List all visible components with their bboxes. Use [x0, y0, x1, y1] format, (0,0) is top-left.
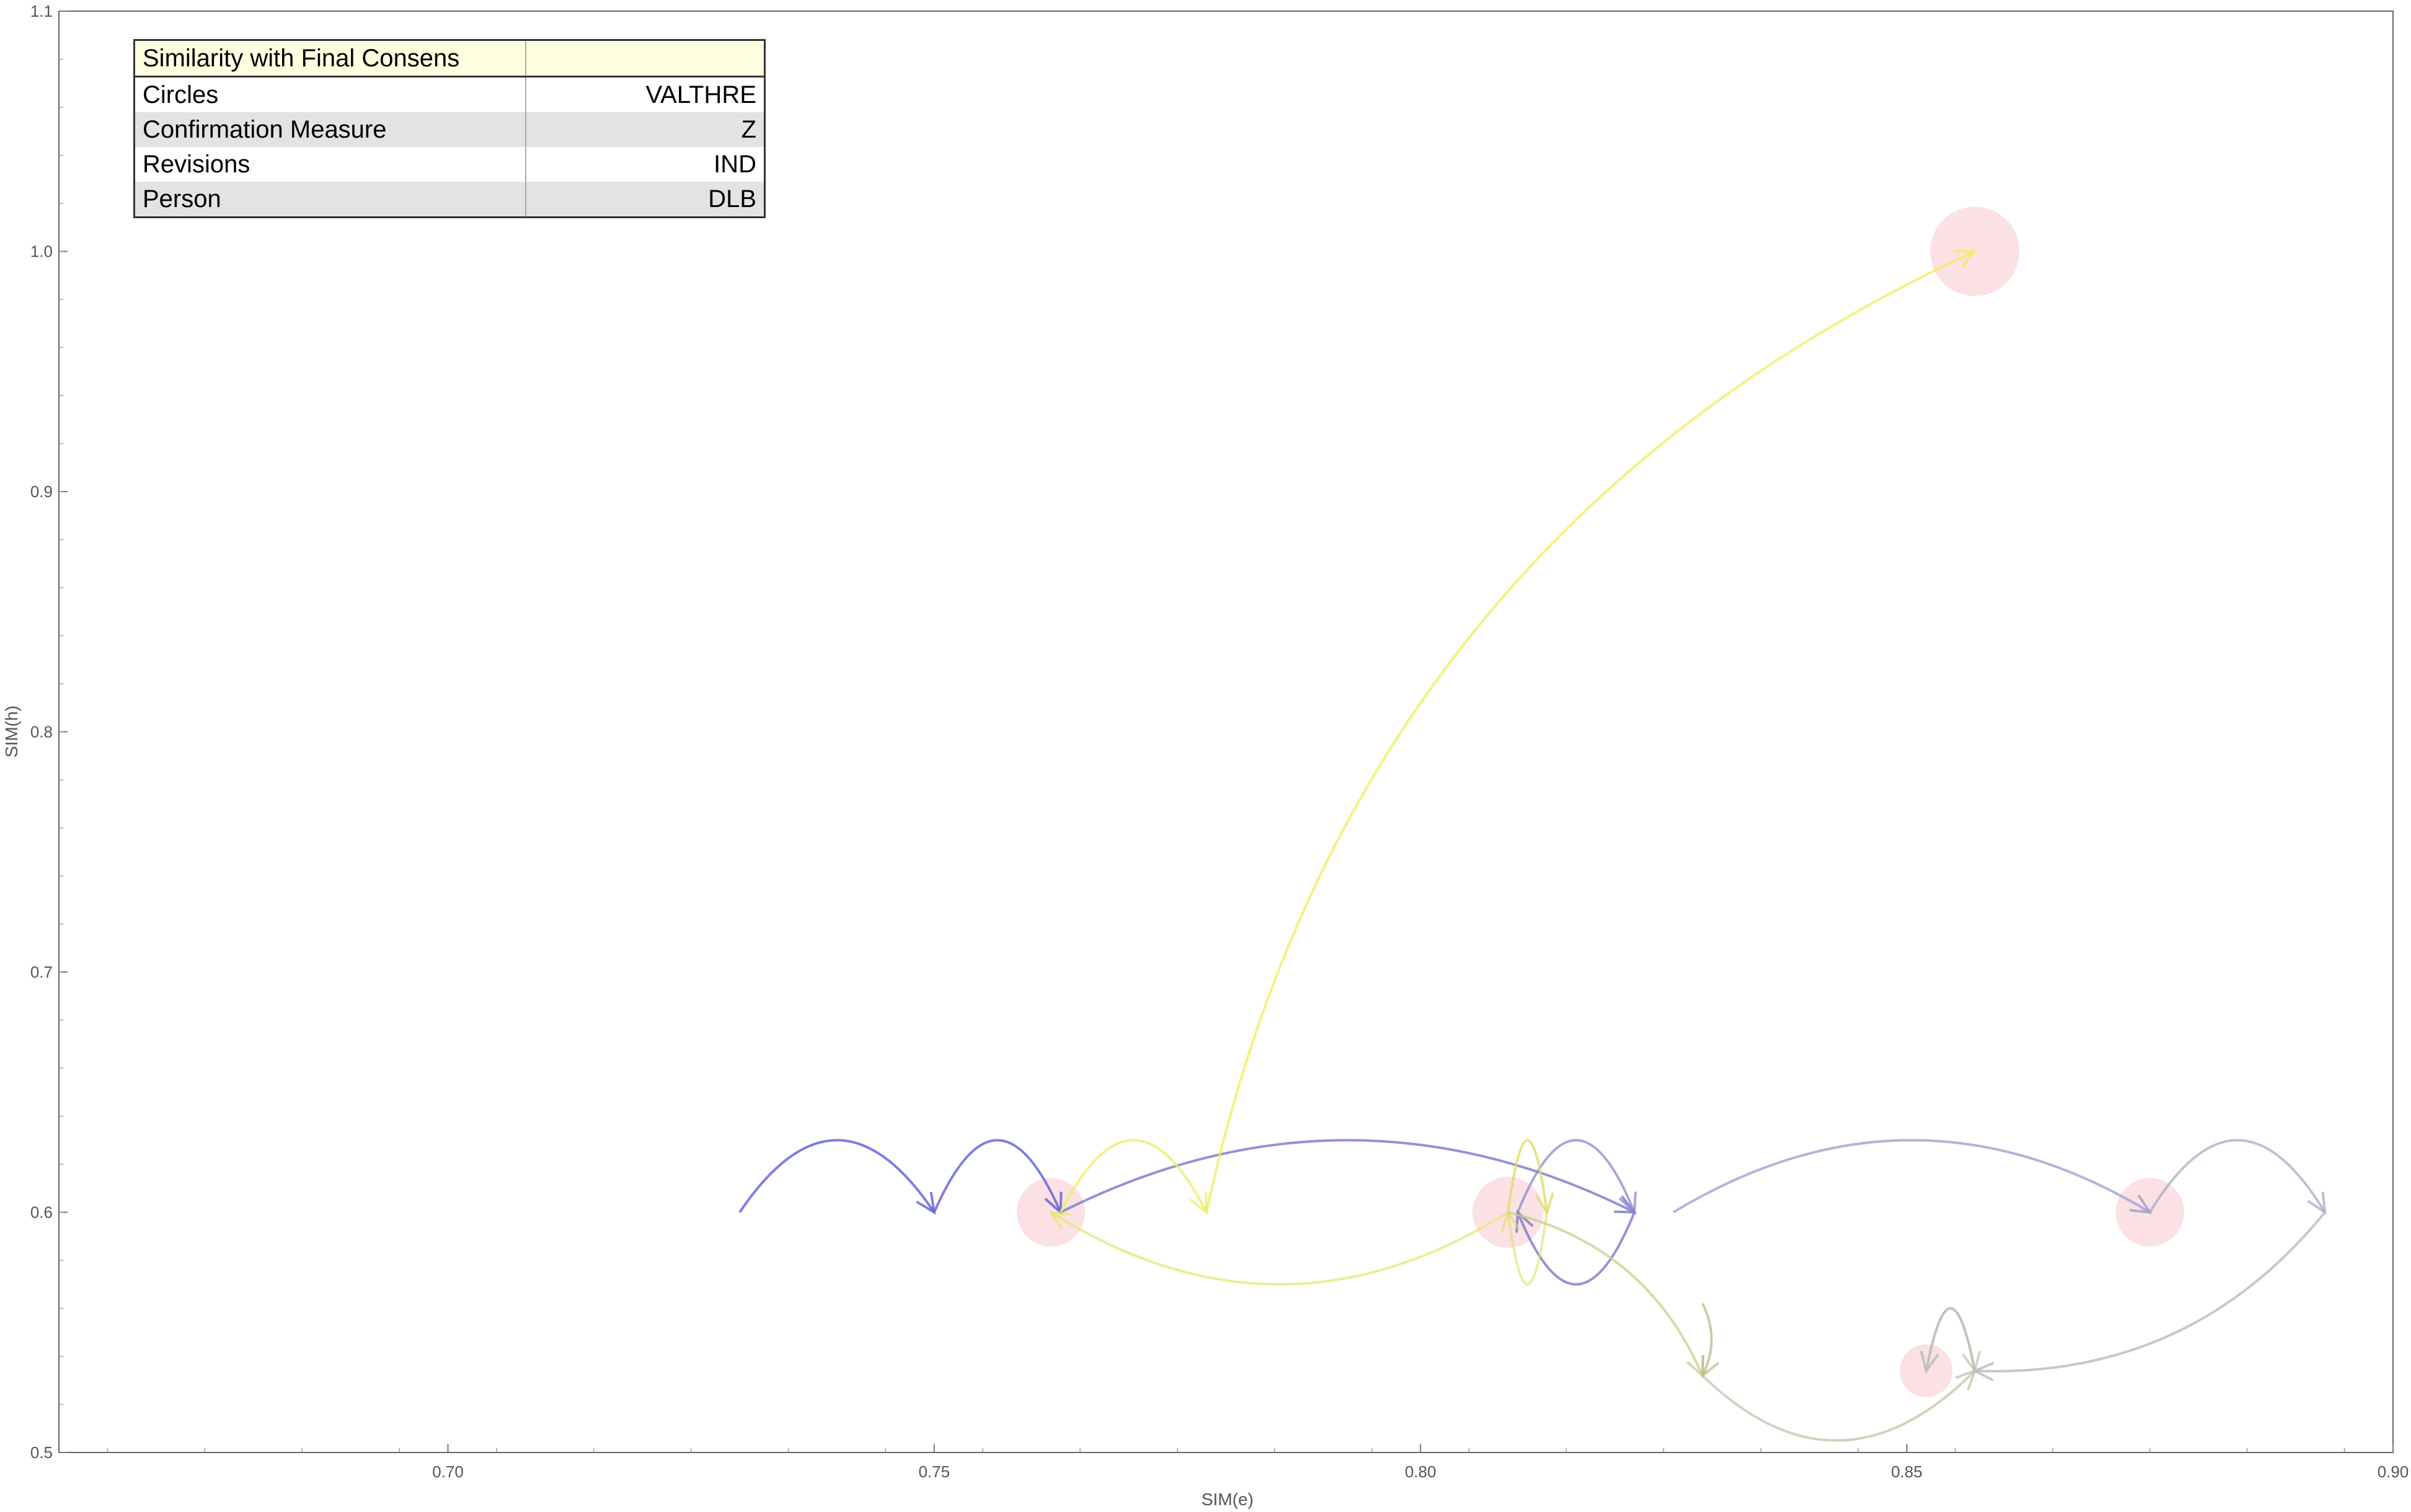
- info-row-value: VALTHRE: [525, 76, 765, 112]
- info-table-header: Similarity with Final Consens: [134, 40, 526, 77]
- x-axis-title: SIM(e): [1201, 1490, 1254, 1509]
- plot-frame: [58, 11, 2394, 1453]
- y-tick-label: 1.0: [30, 242, 53, 261]
- info-row-label: Revisions: [143, 150, 250, 178]
- info-row-value: Z: [525, 112, 765, 147]
- y-tick-label: 0.9: [30, 482, 53, 501]
- info-row-value: DLB: [525, 182, 765, 218]
- info-table: Similarity with Final Consens Circles VA…: [133, 39, 766, 218]
- info-table-row: Confirmation Measure Z: [134, 112, 765, 147]
- info-table-header-empty: [525, 40, 765, 77]
- x-tick-label: 0.80: [1405, 1462, 1436, 1481]
- y-axis-title: SIM(h): [2, 705, 21, 758]
- info-table-row: Revisions IND: [135, 147, 765, 182]
- y-tick-label: 0.8: [30, 723, 53, 741]
- info-row-label: Circles: [143, 81, 219, 108]
- x-tick-label: 0.75: [919, 1462, 950, 1481]
- info-row-label: Confirmation Measure: [134, 112, 526, 147]
- info-row-label: Person: [134, 182, 526, 218]
- y-tick-label: 0.5: [30, 1443, 53, 1462]
- y-tick-label: 0.7: [30, 963, 53, 981]
- x-tick-label: 0.90: [2378, 1462, 2409, 1481]
- y-tick-label: 1.1: [30, 2, 53, 20]
- x-tick-label: 0.85: [1891, 1462, 1922, 1481]
- info-row-value: IND: [525, 147, 765, 182]
- x-tick-label: 0.70: [432, 1462, 464, 1481]
- info-table-header-row: Similarity with Final Consens: [134, 40, 765, 77]
- y-tick-label: 0.6: [30, 1203, 53, 1222]
- info-table-row: Person DLB: [134, 182, 765, 218]
- chart: 0.70 0.75 0.80 0.85 0.90 0.5 0.6 0.7 0.8 0.9 1.0 1…: [2, 2, 2409, 1509]
- info-table-row: Circles VALTHRE: [135, 76, 765, 112]
